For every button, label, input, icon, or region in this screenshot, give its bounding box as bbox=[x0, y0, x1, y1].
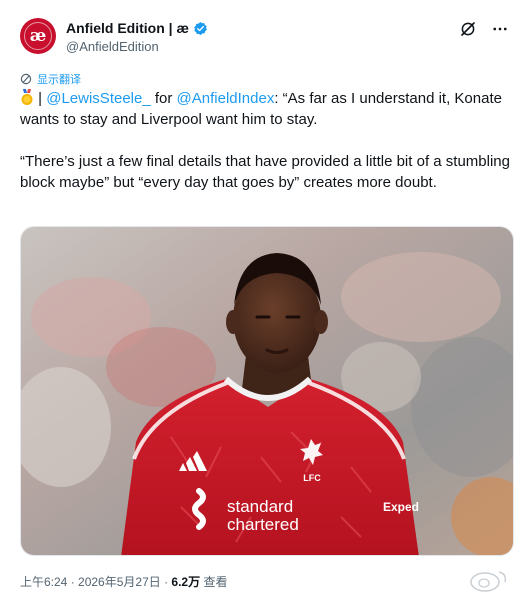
avatar[interactable]: æ bbox=[20, 18, 56, 54]
tweet-header: æ Anfield Edition | æ @AnfieldEdition bbox=[20, 18, 509, 58]
more-options-icon[interactable] bbox=[491, 20, 509, 38]
display-name-row[interactable]: Anfield Edition | æ bbox=[66, 19, 208, 37]
sponsor-line-1: standard bbox=[227, 497, 293, 516]
sponsor-line-2: chartered bbox=[227, 515, 299, 534]
tweet-paragraph-1: | @LewisSteele_ for @AnfieldIndex: “As f… bbox=[20, 88, 512, 130]
avatar-ring bbox=[24, 22, 52, 50]
display-name[interactable]: Anfield Edition | æ bbox=[66, 19, 189, 37]
tweet-for-text: for bbox=[150, 90, 177, 107]
account-handle[interactable]: @AnfieldEdition bbox=[66, 38, 208, 56]
views-label: 查看 bbox=[200, 575, 228, 589]
meta-separator: · bbox=[67, 575, 79, 589]
player-photo: LFC standard chartered Exped bbox=[21, 227, 513, 555]
tweet-meta: 上午6:24 · 2026年5月27日 · 6.2万 查看 bbox=[20, 573, 227, 590]
show-translation-link[interactable]: 显示翻译 bbox=[20, 71, 81, 87]
tweet-time[interactable]: 上午6:24 bbox=[20, 575, 67, 589]
medal-icon bbox=[21, 89, 33, 105]
meta-separator-2: · bbox=[160, 575, 172, 589]
tweet-prefix: | bbox=[34, 90, 47, 107]
tweet-text: | @LewisSteele_ for @AnfieldIndex: “As f… bbox=[20, 88, 512, 193]
tweet-paragraph-2: “There’s just a few final details that h… bbox=[20, 153, 510, 191]
header-actions bbox=[459, 20, 509, 38]
show-translation-label[interactable]: 显示翻译 bbox=[37, 71, 81, 87]
account-names: Anfield Edition | æ @AnfieldEdition bbox=[66, 19, 208, 56]
tweet-photo[interactable]: LFC standard chartered Exped bbox=[20, 226, 514, 556]
translate-icon bbox=[20, 73, 32, 85]
views-count: 6.2万 bbox=[171, 575, 201, 589]
sleeve-sponsor: Exped bbox=[383, 500, 419, 514]
mention-anfieldindex[interactable]: @AnfieldIndex bbox=[177, 90, 275, 107]
crest-label: LFC bbox=[303, 473, 321, 483]
tweet-date[interactable]: 2026年5月27日 bbox=[78, 575, 161, 589]
grok-icon[interactable] bbox=[459, 20, 477, 38]
weibo-watermark-icon bbox=[470, 571, 507, 592]
mention-lewissteele[interactable]: @LewisSteele_ bbox=[46, 90, 150, 107]
verified-badge-icon bbox=[194, 21, 207, 35]
